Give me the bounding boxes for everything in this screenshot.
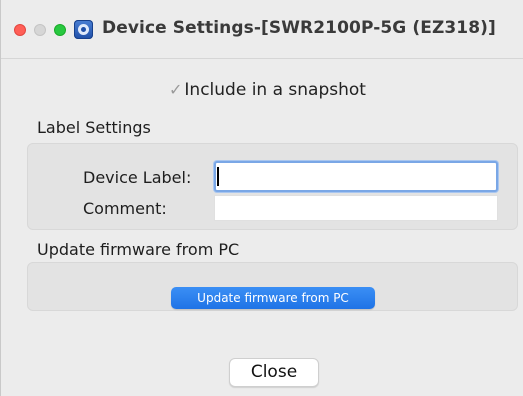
window-minimize-icon[interactable] xyxy=(34,24,46,36)
update-firmware-button[interactable]: Update firmware from PC xyxy=(171,287,375,309)
checkmark-icon: ✓ xyxy=(169,80,183,99)
label-settings-heading: Label Settings xyxy=(37,118,151,137)
device-label-label: Device Label: xyxy=(83,168,192,187)
title-bar: Device Settings-[SWR2100P-5G (EZ318)] xyxy=(1,0,523,59)
device-label-input[interactable] xyxy=(214,161,498,192)
window-zoom-icon[interactable] xyxy=(54,24,66,36)
comment-label: Comment: xyxy=(83,199,167,218)
firmware-heading: Update firmware from PC xyxy=(37,240,240,259)
text-caret xyxy=(217,167,219,186)
window-title: Device Settings-[SWR2100P-5G (EZ318)] xyxy=(102,18,496,38)
window-close-icon[interactable] xyxy=(14,24,26,36)
close-button[interactable]: Close xyxy=(229,358,319,387)
app-icon xyxy=(74,20,93,39)
comment-input[interactable] xyxy=(214,195,498,221)
device-settings-window: Device Settings-[SWR2100P-5G (EZ318)] ✓ I… xyxy=(0,0,523,396)
include-in-snapshot-checkbox[interactable]: ✓ Include in a snapshot xyxy=(169,80,366,100)
include-in-snapshot-label: Include in a snapshot xyxy=(184,80,366,100)
